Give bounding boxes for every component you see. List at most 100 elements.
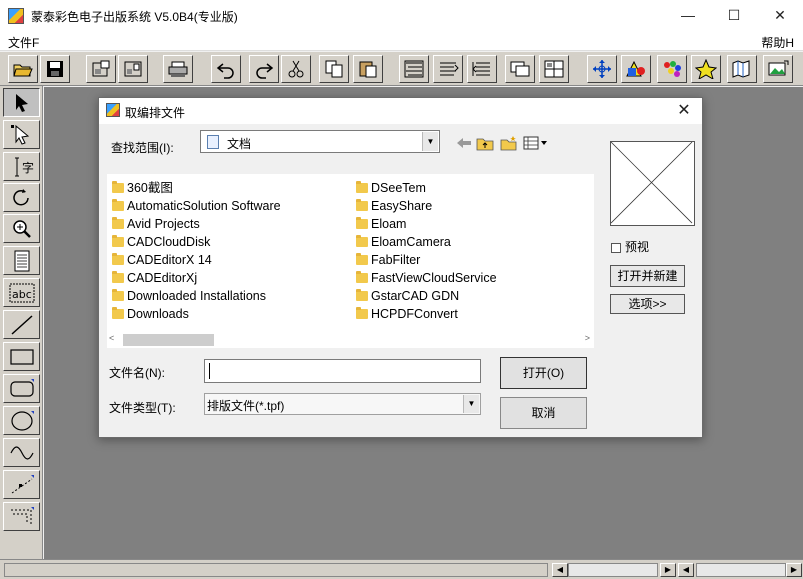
text-left-icon[interactable] bbox=[399, 55, 429, 83]
dotted-line-tool[interactable] bbox=[3, 470, 40, 499]
list-item[interactable]: FastViewCloudService bbox=[351, 269, 497, 287]
list-item[interactable]: CADCloudDisk bbox=[107, 233, 281, 251]
list-item[interactable]: GstarCAD GDN bbox=[351, 287, 497, 305]
page-tool[interactable] bbox=[3, 246, 40, 275]
scissors-icon[interactable] bbox=[281, 55, 311, 83]
scroll-track[interactable] bbox=[4, 563, 548, 577]
look-in-label: 查找范围(I): bbox=[111, 141, 174, 155]
filetype-dropdown[interactable]: 排版文件(*.tpf) ▼ bbox=[204, 393, 481, 415]
view-menu-icon[interactable] bbox=[523, 135, 549, 151]
menu-file[interactable]: 文件F bbox=[8, 34, 39, 51]
window-title: 蒙泰彩色电子出版系统 V5.0B4(专业版) bbox=[31, 10, 238, 24]
folder-icon bbox=[356, 199, 368, 211]
list-item[interactable]: Eloam bbox=[351, 215, 497, 233]
up-folder-icon[interactable] bbox=[476, 135, 494, 151]
pointer-tool[interactable] bbox=[3, 88, 40, 117]
scroll-track-tertiary[interactable] bbox=[696, 563, 786, 577]
rectangle-tool[interactable] bbox=[3, 342, 40, 371]
zoom-tool[interactable] bbox=[3, 214, 40, 243]
pages-icon[interactable] bbox=[505, 55, 535, 83]
redo-icon[interactable] bbox=[249, 55, 279, 83]
folder-name: EasyShare bbox=[371, 199, 433, 213]
horizontal-scrollbar[interactable]: ◀ ▶ ◀ ▶ bbox=[0, 559, 803, 579]
maximize-button[interactable]: ☐ bbox=[711, 0, 757, 31]
chevron-down-icon[interactable]: ▼ bbox=[463, 395, 479, 413]
dotted-rect-tool[interactable] bbox=[3, 502, 40, 531]
chevron-down-icon[interactable]: ▼ bbox=[422, 132, 438, 151]
look-in-value: 文档 bbox=[227, 137, 252, 151]
list-item[interactable]: FabFilter bbox=[351, 251, 497, 269]
checkbox-icon[interactable] bbox=[611, 242, 621, 253]
list-item[interactable]: CADEditorX 14 bbox=[107, 251, 281, 269]
rotate-tool[interactable] bbox=[3, 183, 40, 212]
file-list-scrollbar[interactable]: < > bbox=[107, 332, 594, 348]
preview-box bbox=[610, 141, 695, 226]
printer-icon[interactable] bbox=[163, 55, 193, 83]
save-icon[interactable] bbox=[40, 55, 70, 83]
dialog-close-button[interactable]: ✕ bbox=[674, 101, 694, 121]
text-right-icon[interactable] bbox=[433, 55, 463, 83]
scroll-right-arrow-2[interactable]: ▶ bbox=[786, 563, 802, 577]
filetype-label: 文件类型(T): bbox=[109, 401, 176, 415]
list-item[interactable]: Avid Projects bbox=[107, 215, 281, 233]
scroll-left-icon[interactable]: < bbox=[109, 333, 114, 343]
open-button[interactable]: 打开(O) bbox=[500, 357, 587, 389]
scroll-left-arrow-2[interactable]: ◀ bbox=[678, 563, 694, 577]
rounded-rectangle-tool[interactable] bbox=[3, 374, 40, 403]
scroll-left-arrow[interactable]: ◀ bbox=[552, 563, 568, 577]
subselect-tool[interactable] bbox=[3, 120, 40, 149]
list-item[interactable]: Downloads bbox=[107, 305, 281, 323]
menu-help[interactable]: 帮助H bbox=[761, 34, 794, 51]
columns-icon[interactable] bbox=[118, 55, 148, 83]
text-tool[interactable]: 字 bbox=[3, 152, 40, 181]
folder-icon bbox=[112, 235, 124, 247]
list-item[interactable]: EasyShare bbox=[351, 197, 497, 215]
new-folder-icon[interactable] bbox=[500, 135, 518, 151]
grid-icon[interactable] bbox=[539, 55, 569, 83]
cancel-button[interactable]: 取消 bbox=[500, 397, 587, 429]
list-item[interactable]: DSeeTem bbox=[351, 179, 497, 197]
file-list[interactable]: 360截图 AutomaticSolution Software Avid Pr… bbox=[107, 174, 594, 332]
minimize-button[interactable]: — bbox=[665, 0, 711, 31]
ellipse-tool[interactable] bbox=[3, 406, 40, 435]
copy-icon[interactable] bbox=[319, 55, 349, 83]
folder-icon bbox=[112, 289, 124, 301]
undo-icon[interactable] bbox=[211, 55, 241, 83]
list-item[interactable]: AutomaticSolution Software bbox=[107, 197, 281, 215]
open-new-button[interactable]: 打开并新建 bbox=[610, 265, 685, 287]
filename-input[interactable] bbox=[204, 359, 481, 383]
folder-icon bbox=[356, 253, 368, 265]
folder-name: EloamCamera bbox=[371, 235, 451, 249]
shapes-color-icon[interactable] bbox=[621, 55, 651, 83]
list-item[interactable]: EloamCamera bbox=[351, 233, 497, 251]
open-folder-icon[interactable] bbox=[8, 55, 38, 83]
list-item[interactable]: HCPDFConvert bbox=[351, 305, 497, 323]
folder-name: GstarCAD GDN bbox=[371, 289, 460, 303]
text-flow-icon[interactable] bbox=[467, 55, 497, 83]
scroll-track-secondary[interactable] bbox=[568, 563, 658, 577]
close-window-button[interactable]: ✕ bbox=[757, 0, 803, 31]
back-arrow-icon[interactable] bbox=[455, 135, 473, 151]
folder-icon bbox=[112, 199, 124, 211]
line-tool[interactable] bbox=[3, 310, 40, 339]
curve-tool[interactable] bbox=[3, 438, 40, 467]
paste-icon[interactable] bbox=[353, 55, 383, 83]
list-item[interactable]: 360截图 bbox=[107, 179, 281, 197]
scroll-right-arrow[interactable]: ▶ bbox=[660, 563, 676, 577]
abc-text-tool[interactable]: abc bbox=[3, 278, 40, 307]
map-icon[interactable] bbox=[727, 55, 757, 83]
move-icon[interactable] bbox=[587, 55, 617, 83]
list-item[interactable]: CADEditorXj bbox=[107, 269, 281, 287]
folder-name: 360截图 bbox=[127, 181, 173, 195]
options-button[interactable]: 选项>> bbox=[610, 294, 685, 314]
list-item[interactable]: Downloaded Installations bbox=[107, 287, 281, 305]
scroll-thumb[interactable] bbox=[123, 334, 214, 346]
file-list-column-2: DSeeTem EasyShare Eloam EloamCamera FabF… bbox=[351, 179, 497, 323]
scroll-right-icon[interactable]: > bbox=[585, 333, 590, 343]
picture-icon[interactable] bbox=[763, 55, 793, 83]
preview-checkbox[interactable]: 预视 bbox=[611, 238, 649, 255]
star-icon[interactable] bbox=[691, 55, 721, 83]
frame-icon[interactable] bbox=[86, 55, 116, 83]
look-in-dropdown[interactable]: 文档 ▼ bbox=[200, 130, 440, 153]
color-palette-icon[interactable] bbox=[657, 55, 687, 83]
